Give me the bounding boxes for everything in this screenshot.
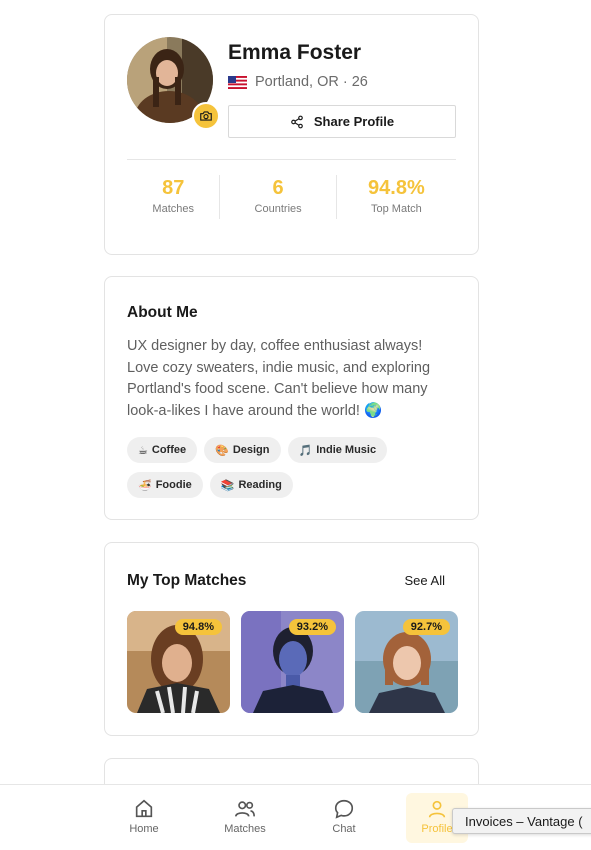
- see-all-link[interactable]: See All: [405, 573, 445, 588]
- location-text: Portland, OR · 26: [255, 74, 368, 90]
- nav-label: Matches: [224, 823, 266, 835]
- nav-chat[interactable]: Chat: [316, 785, 372, 850]
- share-icon: [291, 115, 303, 128]
- match-percent-badge: 94.8%: [174, 619, 222, 635]
- share-profile-label: Share Profile: [313, 114, 395, 129]
- coffee-icon: ☕: [138, 444, 148, 457]
- top-matches-title: My Top Matches: [127, 572, 247, 589]
- stat-label: Matches: [152, 203, 194, 215]
- about-text: UX designer by day, coffee enthusiast al…: [127, 338, 431, 419]
- stat-value: 94.8%: [368, 177, 425, 199]
- stat-value: 87: [162, 177, 185, 199]
- stats-row: 87 Matches 6 Countries 94.8% Top Match: [127, 175, 456, 219]
- tag-label: Coffee: [151, 444, 187, 456]
- stat-label: Top Match: [371, 203, 422, 215]
- tag-reading[interactable]: 📚 Reading: [209, 472, 293, 498]
- nav-label: Profile: [421, 823, 453, 835]
- nav-matches[interactable]: Matches: [217, 785, 273, 850]
- match-tile[interactable]: 94.8%: [127, 611, 230, 713]
- match-percent-badge: 93.2%: [288, 619, 336, 635]
- user-icon: [428, 800, 446, 818]
- interest-tags: ☕ Coffee 🎨 Design 🎵 Indie Music 🍜 Foodie…: [127, 437, 457, 498]
- nav-label: Home: [129, 823, 159, 835]
- tag-coffee[interactable]: ☕ Coffee: [127, 437, 198, 463]
- tooltip: Invoices – Vantage (: [452, 808, 591, 834]
- music-note-icon: 🎵: [298, 444, 313, 457]
- about-title: About Me: [127, 304, 198, 321]
- tag-label: Indie Music: [316, 444, 377, 456]
- tag-indie-music[interactable]: 🎵 Indie Music: [287, 437, 388, 463]
- nav-home[interactable]: Home: [116, 785, 172, 850]
- profile-card: Emma Foster Portland, OR · 26 Share Prof…: [104, 14, 479, 255]
- stat-label: Countries: [254, 203, 302, 215]
- divider: [127, 159, 456, 160]
- stat-top-match[interactable]: 94.8% Top Match: [337, 175, 456, 219]
- chat-icon: [334, 799, 354, 819]
- home-icon: [135, 799, 153, 818]
- match-tile[interactable]: 93.2%: [241, 611, 344, 713]
- match-tiles: 94.8% 93.2% 92.7%: [127, 611, 458, 713]
- stat-matches[interactable]: 87 Matches: [127, 175, 219, 219]
- tag-label: Foodie: [155, 479, 192, 491]
- profile-location: Portland, OR · 26: [228, 74, 368, 90]
- about-card: About Me UX designer by day, coffee enth…: [104, 276, 479, 520]
- tag-foodie[interactable]: 🍜 Foodie: [127, 472, 203, 498]
- share-profile-button[interactable]: Share Profile: [228, 105, 456, 138]
- noodle-bowl-icon: 🍜: [138, 479, 152, 492]
- stat-value: 6: [272, 177, 284, 199]
- tag-label: Reading: [238, 479, 282, 491]
- tag-label: Design: [232, 444, 270, 456]
- users-icon: [235, 801, 255, 817]
- camera-button[interactable]: [192, 102, 220, 130]
- us-flag-icon: [228, 75, 247, 89]
- camera-icon: [200, 111, 212, 121]
- palette-icon: 🎨: [215, 444, 229, 457]
- tag-design[interactable]: 🎨 Design: [204, 437, 281, 463]
- top-matches-card: My Top Matches See All 94.8% 93.2% 92.7%: [104, 542, 479, 736]
- books-icon: 📚: [220, 479, 235, 492]
- match-percent-badge: 92.7%: [402, 619, 450, 635]
- stat-countries[interactable]: 6 Countries: [220, 175, 335, 219]
- nav-label: Chat: [332, 823, 356, 835]
- match-tile[interactable]: 92.7%: [355, 611, 458, 713]
- profile-name: Emma Foster: [228, 41, 362, 64]
